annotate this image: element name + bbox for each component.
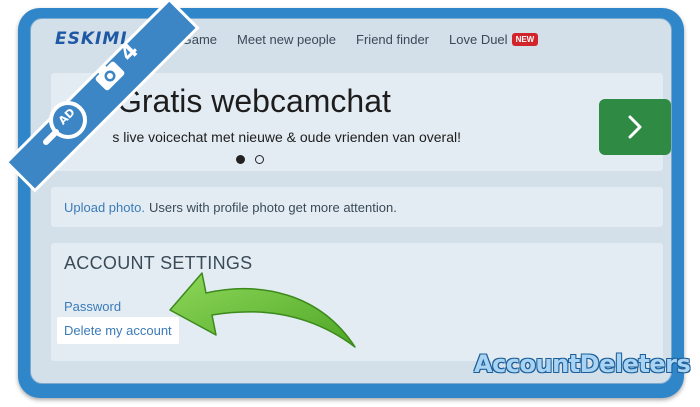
password-link[interactable]: Password xyxy=(64,299,121,314)
nav-item-love-duel-label: Love Duel xyxy=(449,31,508,47)
new-badge: NEW xyxy=(511,32,539,46)
upload-photo-text: Users with profile photo get more attent… xyxy=(148,199,397,215)
upload-photo-link[interactable]: Upload photo. xyxy=(64,200,145,215)
carousel-dot-1[interactable] xyxy=(236,155,245,164)
nav-item-love-duel[interactable]: Love Duel NEW xyxy=(449,31,539,47)
watermark-text: AccountDeleters xyxy=(474,350,691,378)
carousel-dots xyxy=(236,155,264,164)
upload-photo-notice: Upload photo. Users with profile photo g… xyxy=(51,187,663,227)
nav-item-friend-finder[interactable]: Friend finder xyxy=(356,32,429,47)
carousel-dot-2[interactable] xyxy=(255,155,264,164)
nav-item-game[interactable]: Game xyxy=(182,32,217,47)
banner-title: Gratis webcamchat xyxy=(117,83,391,119)
banner-next-button[interactable] xyxy=(599,99,671,155)
nav-item-meet-new-people[interactable]: Meet new people xyxy=(237,32,336,47)
pointer-arrow-icon xyxy=(169,272,356,348)
banner-subtitle: s live voicechat met nieuwe & oude vrien… xyxy=(112,129,461,145)
chevron-right-icon xyxy=(628,115,642,139)
promo-banner: Gratis webcamchat s live voicechat met n… xyxy=(51,73,671,171)
